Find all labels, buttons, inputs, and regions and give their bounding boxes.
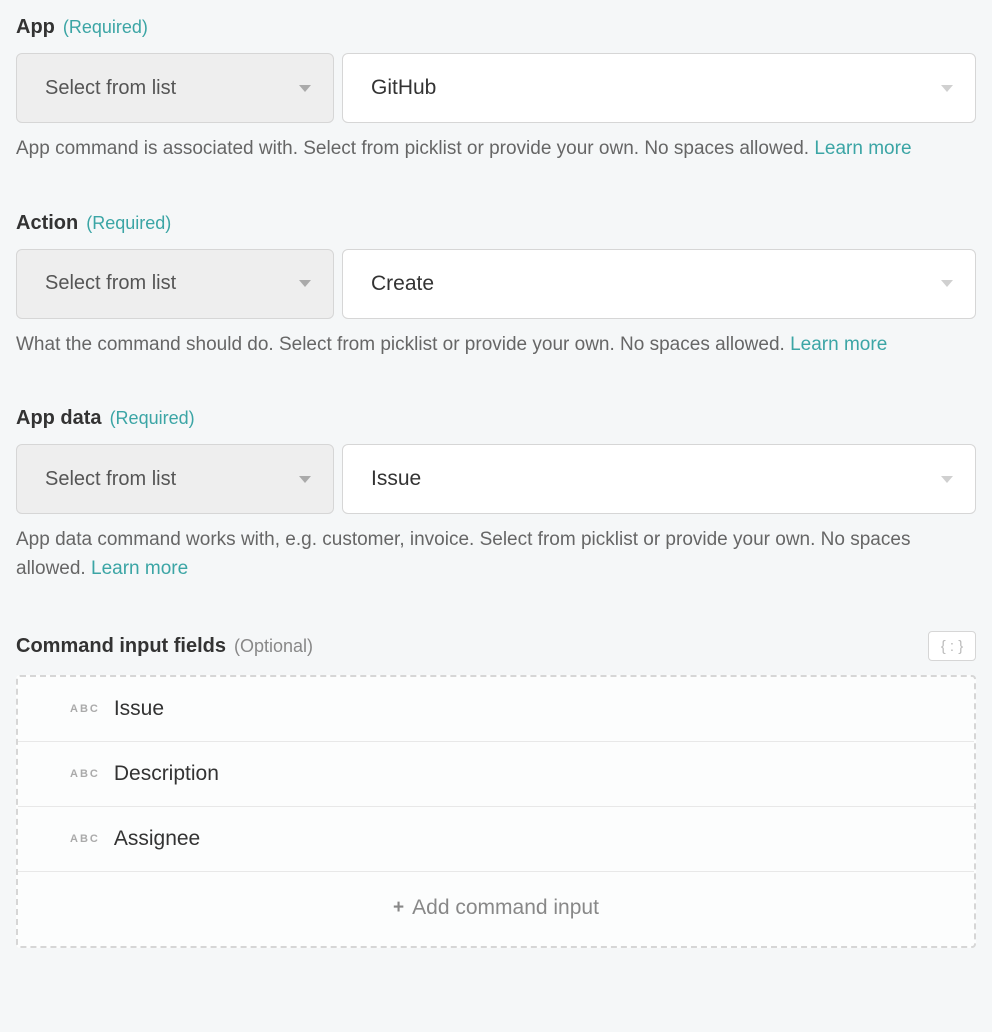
field-label-row-action: Action (Required)	[16, 212, 976, 235]
app-value: GitHub	[371, 76, 436, 100]
select-mode-action[interactable]: Select from list	[16, 249, 334, 319]
code-icon: { : }	[941, 638, 964, 655]
field-label-row-app: App (Required)	[16, 16, 976, 39]
abc-type-icon: ABC	[70, 768, 100, 780]
appdata-value: Issue	[371, 467, 421, 491]
abc-type-icon: ABC	[70, 833, 100, 845]
app-value-select[interactable]: GitHub	[342, 53, 976, 123]
appdata-value-select[interactable]: Issue	[342, 444, 976, 514]
chevron-down-icon	[941, 280, 953, 287]
field-group-action: Action (Required) Select from list Creat…	[16, 212, 976, 360]
chevron-down-icon	[941, 85, 953, 92]
cif-item-assignee[interactable]: ABC Assignee	[18, 807, 974, 872]
cif-item-label: Assignee	[114, 827, 200, 851]
add-command-input-label: Add command input	[412, 896, 599, 920]
chevron-down-icon	[299, 85, 311, 92]
learn-more-link[interactable]: Learn more	[814, 138, 911, 159]
field-group-app: App (Required) Select from list GitHub A…	[16, 16, 976, 164]
code-toggle-button[interactable]: { : }	[928, 631, 976, 661]
app-label: App	[16, 16, 55, 39]
chevron-down-icon	[941, 476, 953, 483]
select-mode-label: Select from list	[45, 272, 176, 295]
appdata-help-text: App data command works with, e.g. custom…	[16, 526, 976, 583]
abc-type-icon: ABC	[70, 703, 100, 715]
required-tag: (Required)	[110, 408, 195, 429]
appdata-label: App data	[16, 407, 102, 430]
cif-label: Command input fields	[16, 635, 226, 658]
learn-more-link[interactable]: Learn more	[790, 334, 887, 355]
plus-icon: +	[393, 897, 404, 919]
action-value-select[interactable]: Create	[342, 249, 976, 319]
action-value: Create	[371, 272, 434, 296]
field-group-appdata: App data (Required) Select from list Iss…	[16, 407, 976, 583]
select-mode-label: Select from list	[45, 77, 176, 100]
select-mode-appdata[interactable]: Select from list	[16, 444, 334, 514]
required-tag: (Required)	[86, 213, 171, 234]
action-help-text: What the command should do. Select from …	[16, 331, 976, 360]
input-row-action: Select from list Create	[16, 249, 976, 319]
cif-item-label: Description	[114, 762, 219, 786]
chevron-down-icon	[299, 476, 311, 483]
input-row-app: Select from list GitHub	[16, 53, 976, 123]
cif-item-description[interactable]: ABC Description	[18, 742, 974, 807]
select-mode-label: Select from list	[45, 468, 176, 491]
cif-item-label: Issue	[114, 697, 164, 721]
chevron-down-icon	[299, 280, 311, 287]
cif-header: Command input fields (Optional) { : }	[16, 631, 976, 661]
add-command-input-button[interactable]: + Add command input	[18, 872, 974, 946]
select-mode-app[interactable]: Select from list	[16, 53, 334, 123]
field-group-command-inputs: Command input fields (Optional) { : } AB…	[16, 631, 976, 948]
required-tag: (Required)	[63, 17, 148, 38]
learn-more-link[interactable]: Learn more	[91, 558, 188, 579]
app-help-text: App command is associated with. Select f…	[16, 135, 976, 164]
optional-tag: (Optional)	[234, 636, 313, 657]
cif-item-issue[interactable]: ABC Issue	[18, 677, 974, 742]
action-help: What the command should do. Select from …	[16, 334, 785, 355]
input-row-appdata: Select from list Issue	[16, 444, 976, 514]
cif-label-row: Command input fields (Optional)	[16, 635, 313, 658]
cif-box: ABC Issue ABC Description ABC Assignee +…	[16, 675, 976, 948]
app-help: App command is associated with. Select f…	[16, 138, 809, 159]
action-label: Action	[16, 212, 78, 235]
field-label-row-appdata: App data (Required)	[16, 407, 976, 430]
